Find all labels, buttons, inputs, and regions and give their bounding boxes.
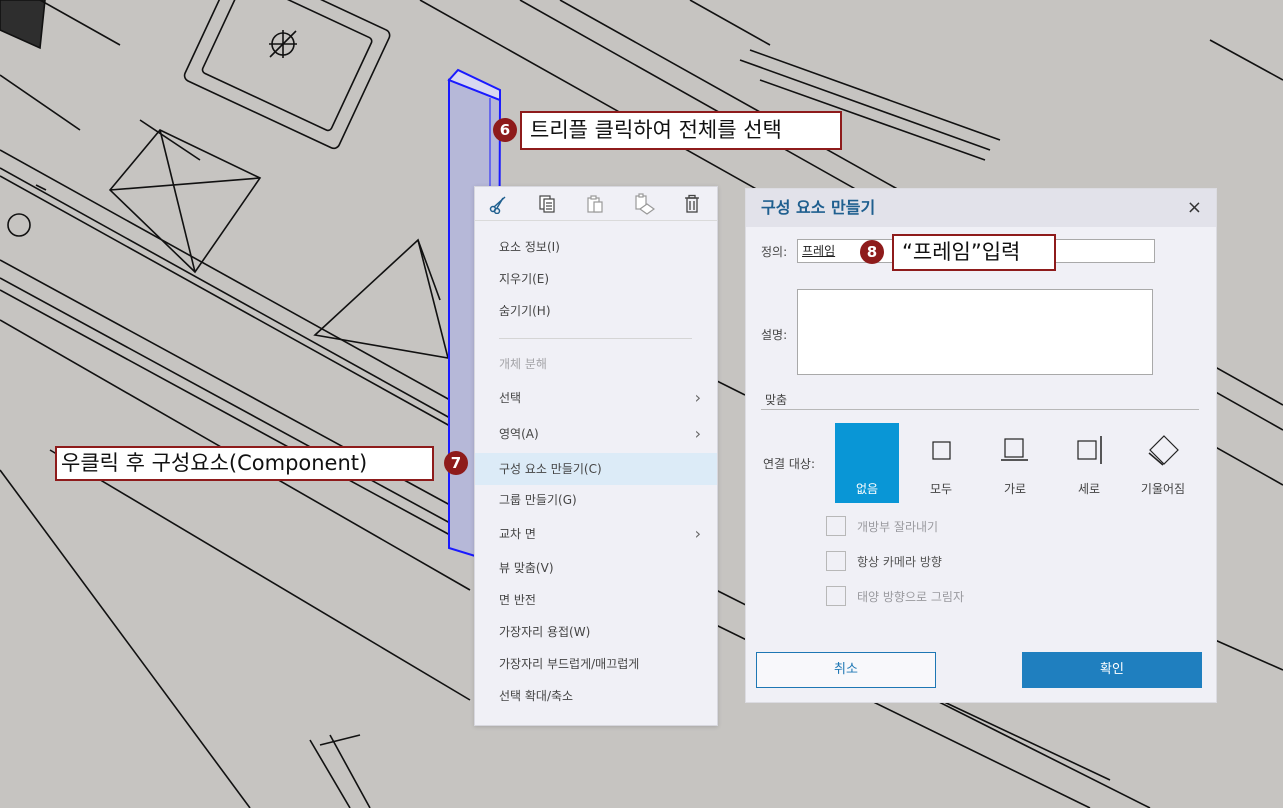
- align-option-label: 없음: [855, 482, 879, 496]
- chevron-right-icon: ›: [694, 424, 701, 443]
- menu-item-label: 면 반전: [499, 593, 536, 607]
- menu-item-label: 영역(A): [499, 427, 539, 441]
- menu-item-label: 가장자리 용접(W): [499, 625, 591, 639]
- align-option-vertical[interactable]: 세로: [1057, 423, 1121, 503]
- dialog-header: 구성 요소 만들기 ×: [746, 189, 1216, 227]
- section-divider: [761, 409, 1199, 410]
- description-label: 설명:: [761, 328, 788, 342]
- menu-item-zoom-selection[interactable]: 선택 확대/축소: [475, 681, 717, 711]
- menu-item-label: 선택: [499, 391, 522, 405]
- menu-item-label: 그룹 만들기(G): [499, 493, 577, 507]
- menu-item-reverse-faces[interactable]: 면 반전: [475, 585, 717, 615]
- definition-label: 정의:: [761, 245, 788, 259]
- checkbox-label: 태양 방향으로 그림자: [857, 590, 964, 604]
- context-menu: 요소 정보(I) 지우기(E) 숨기기(H) 개체 분해 선택 › 영역(A) …: [474, 186, 718, 726]
- menu-item-intersect-faces[interactable]: 교차 면 ›: [475, 519, 717, 549]
- copy-icon[interactable]: [536, 193, 558, 215]
- chevron-right-icon: ›: [694, 388, 701, 407]
- glue-to-label: 연결 대상:: [763, 457, 816, 471]
- checkbox-label: 개방부 잘라내기: [857, 520, 939, 534]
- dialog-title: 구성 요소 만들기: [761, 198, 876, 217]
- cut-icon[interactable]: [487, 193, 509, 215]
- align-option-horizontal[interactable]: 가로: [983, 423, 1047, 503]
- step-6-badge: 6: [493, 118, 517, 142]
- align-option-all[interactable]: 모두: [909, 423, 973, 503]
- callout-step-8-text: “프레임”입력: [902, 240, 1021, 264]
- menu-item-label: 선택 확대/축소: [499, 689, 574, 703]
- menu-item-make-component[interactable]: 구성 요소 만들기(C): [475, 453, 717, 485]
- menu-item-label: 요소 정보(I): [499, 240, 560, 254]
- menu-item-weld-edges[interactable]: 가장자리 용접(W): [475, 617, 717, 647]
- align-option-label: 모두: [929, 482, 953, 496]
- horizontal-icon: [1001, 438, 1028, 461]
- menu-item-align-view[interactable]: 뷰 맞춤(V): [475, 553, 717, 583]
- menu-item-area[interactable]: 영역(A) ›: [475, 419, 717, 449]
- menu-item-entity-info[interactable]: 요소 정보(I): [475, 232, 717, 262]
- cancel-button[interactable]: 취소: [756, 652, 936, 688]
- align-section-title: 맞춤: [765, 393, 788, 407]
- vertical-icon: [1077, 436, 1102, 464]
- align-option-label: 가로: [1003, 482, 1027, 496]
- context-menu-toolbar: [475, 187, 717, 221]
- checkbox-box[interactable]: [826, 586, 846, 606]
- callout-step-7: 우클릭 후 구성요소(Component): [55, 446, 434, 481]
- menu-item-label: 뷰 맞춤(V): [499, 561, 554, 575]
- align-option-sloped[interactable]: 기울어짐: [1131, 423, 1195, 503]
- step-8-badge: 8: [860, 240, 884, 264]
- callout-step-6-text: 트리플 클릭하여 전체를 선택: [530, 118, 782, 142]
- ok-button[interactable]: 확인: [1022, 652, 1202, 688]
- callout-step-7-text: 우클릭 후 구성요소(Component): [61, 451, 368, 475]
- sloped-icon: [1148, 435, 1179, 466]
- close-icon[interactable]: ×: [1187, 189, 1202, 227]
- checkbox-label: 항상 카메라 방향: [857, 555, 942, 569]
- delete-icon[interactable]: [681, 193, 703, 215]
- paste-in-place-icon[interactable]: [633, 193, 655, 215]
- menu-item-hide[interactable]: 숨기기(H): [475, 296, 717, 326]
- align-option-label: 세로: [1077, 482, 1101, 496]
- paste-icon[interactable]: [584, 193, 606, 215]
- menu-item-make-group[interactable]: 그룹 만들기(G): [475, 485, 717, 515]
- menu-item-explode[interactable]: 개체 분해: [475, 349, 717, 379]
- callout-step-8: “프레임”입력: [892, 234, 1056, 271]
- definition-value: 프레임: [802, 244, 836, 258]
- checkbox-box[interactable]: [826, 516, 846, 536]
- chevron-right-icon: ›: [694, 524, 701, 543]
- align-option-none[interactable]: 없음: [835, 423, 899, 503]
- menu-item-label: 구성 요소 만들기(C): [499, 462, 602, 476]
- menu-item-soften-edges[interactable]: 가장자리 부드럽게/매끄럽게: [475, 649, 717, 679]
- step-7-badge: 7: [444, 451, 468, 475]
- menu-item-label: 교차 면: [499, 527, 536, 541]
- menu-item-label: 지우기(E): [499, 272, 550, 286]
- checkbox-box[interactable]: [826, 551, 846, 571]
- menu-item-select[interactable]: 선택 ›: [475, 383, 717, 413]
- description-field[interactable]: [797, 289, 1153, 375]
- menu-item-label: 숨기기(H): [499, 304, 551, 318]
- menu-item-label: 개체 분해: [499, 357, 547, 371]
- align-option-label: 기울어짐: [1140, 482, 1186, 496]
- menu-item-label: 가장자리 부드럽게/매끄럽게: [499, 657, 640, 671]
- menu-separator: [499, 338, 692, 339]
- menu-item-erase[interactable]: 지우기(E): [475, 264, 717, 294]
- callout-step-6: 트리플 클릭하여 전체를 선택: [520, 111, 842, 150]
- all-icon: [932, 441, 951, 460]
